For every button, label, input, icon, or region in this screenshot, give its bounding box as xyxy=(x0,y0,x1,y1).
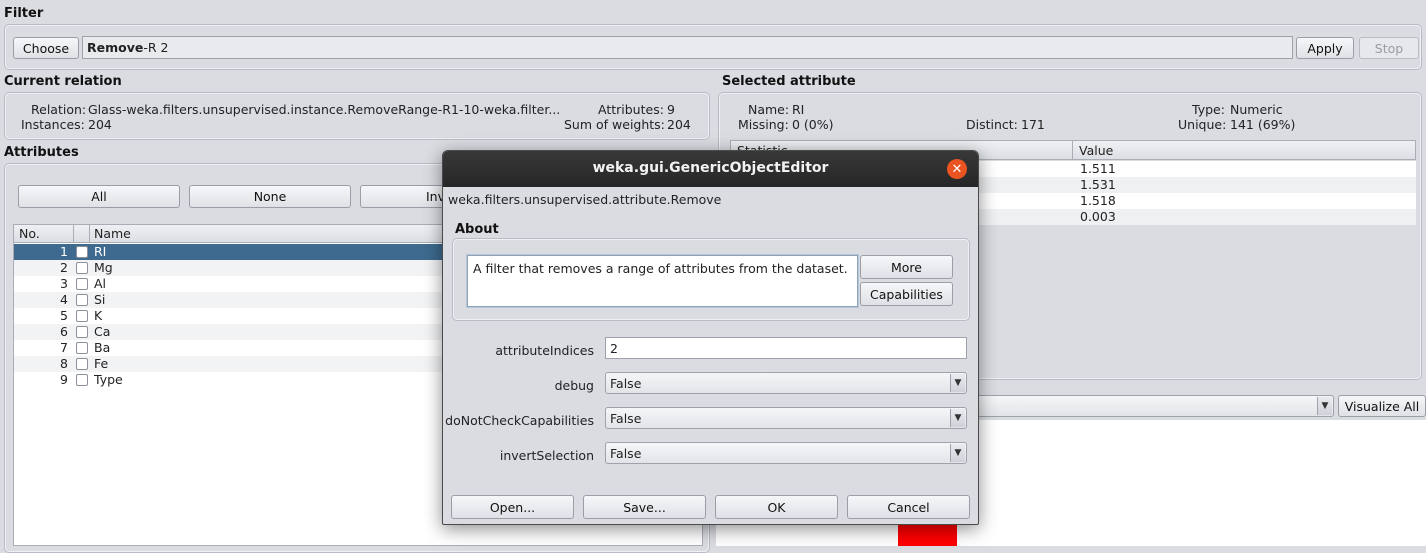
unique-value: 141 (69%) xyxy=(1230,117,1296,132)
about-title: About xyxy=(455,222,499,237)
distinct-value: 171 xyxy=(1021,117,1045,132)
instances-value: 204 xyxy=(88,117,112,132)
filter-section-title: Filter xyxy=(4,6,44,21)
filter-spec-field[interactable]: Remove -R 2 xyxy=(82,36,1293,59)
name-value: RI xyxy=(792,102,805,117)
row-number: 2 xyxy=(60,260,68,275)
cancel-button[interactable]: Cancel xyxy=(847,495,970,519)
capabilities-button[interactable]: Capabilities xyxy=(860,282,953,306)
filter-name: Remove xyxy=(87,40,144,55)
distinct-label: Distinct: xyxy=(966,117,1018,132)
row-number: 5 xyxy=(60,308,68,323)
attribute-name: Ba xyxy=(94,340,111,355)
attribute-name: Ca xyxy=(94,324,111,339)
col-no-header[interactable]: No. xyxy=(19,226,40,241)
more-button[interactable]: More xyxy=(860,255,953,279)
row-number: 3 xyxy=(60,276,68,291)
invertSelection-select[interactable]: False ▼ xyxy=(605,442,967,464)
type-value: Numeric xyxy=(1230,102,1283,117)
attributes-title: Attributes xyxy=(4,145,79,160)
select-value: False xyxy=(610,445,642,461)
attributes-count-label: Attributes: xyxy=(598,102,664,117)
row-checkbox[interactable] xyxy=(76,278,88,290)
property-label-debug: debug xyxy=(554,378,594,393)
select-value: False xyxy=(610,410,642,426)
row-checkbox[interactable] xyxy=(76,246,88,258)
selected-attribute-title: Selected attribute xyxy=(722,74,856,89)
row-number: 6 xyxy=(60,324,68,339)
missing-label: Missing: xyxy=(738,117,789,132)
statistic-value: 1.518 xyxy=(1080,193,1116,208)
select-all-button[interactable]: All xyxy=(18,185,180,208)
chevron-down-icon: ▼ xyxy=(950,409,965,427)
row-number: 9 xyxy=(60,372,68,387)
row-checkbox[interactable] xyxy=(76,262,88,274)
col-name-header[interactable]: Name xyxy=(94,226,131,241)
generic-object-editor-dialog: weka.gui.GenericObjectEditor ✕ weka.filt… xyxy=(442,150,979,525)
filter-args: -R 2 xyxy=(143,40,169,55)
chevron-down-icon: ▼ xyxy=(1317,397,1332,415)
dialog-class-name: weka.filters.unsupervised.attribute.Remo… xyxy=(448,192,722,207)
attribute-name: RI xyxy=(94,244,107,259)
row-number: 8 xyxy=(60,356,68,371)
attribute-name: Mg xyxy=(94,260,113,275)
about-text-area: A filter that removes a range of attribu… xyxy=(467,255,858,307)
doNotCheckCapabilities-select[interactable]: False ▼ xyxy=(605,407,967,429)
attribute-name: Fe xyxy=(94,356,109,371)
unique-label: Unique: xyxy=(1178,117,1227,132)
stop-button[interactable]: Stop xyxy=(1359,37,1419,59)
row-number: 4 xyxy=(60,292,68,307)
attribute-name: Al xyxy=(94,276,107,291)
row-number: 7 xyxy=(60,340,68,355)
type-label: Type: xyxy=(1192,102,1225,117)
attribute-name: Si xyxy=(94,292,106,307)
save-button[interactable]: Save... xyxy=(583,495,706,519)
ok-button[interactable]: OK xyxy=(715,495,838,519)
close-icon[interactable]: ✕ xyxy=(947,159,967,179)
class-attribute-select[interactable]: ▼ xyxy=(960,395,1334,417)
statistic-value: 1.511 xyxy=(1080,161,1116,176)
sum-weights-label: Sum of weights: xyxy=(564,117,665,132)
property-label-attributeIndices: attributeIndices xyxy=(495,343,594,358)
row-checkbox[interactable] xyxy=(76,342,88,354)
name-label: Name: xyxy=(748,102,790,117)
relation-value: Glass-weka.filters.unsupervised.instance… xyxy=(88,102,561,117)
invert-button[interactable]: Inv xyxy=(360,185,450,208)
row-checkbox[interactable] xyxy=(76,358,88,370)
missing-value: 0 (0%) xyxy=(792,117,834,132)
attribute-name: K xyxy=(94,308,103,323)
attributes-count-value: 9 xyxy=(667,102,675,117)
select-value: False xyxy=(610,375,642,391)
attribute-name: Type xyxy=(94,372,123,387)
select-none-button[interactable]: None xyxy=(189,185,351,208)
instances-label: Instances: xyxy=(21,117,85,132)
current-relation-title: Current relation xyxy=(4,74,122,89)
sum-weights-value: 204 xyxy=(667,117,691,132)
choose-button[interactable]: Choose xyxy=(13,37,79,59)
apply-button[interactable]: Apply xyxy=(1296,37,1354,59)
col-value-header[interactable]: Value xyxy=(1079,143,1113,158)
visualize-all-button[interactable]: Visualize All xyxy=(1338,395,1426,417)
row-number: 1 xyxy=(60,244,68,259)
open-button[interactable]: Open... xyxy=(451,495,574,519)
row-checkbox[interactable] xyxy=(76,326,88,338)
chevron-down-icon: ▼ xyxy=(950,374,965,392)
property-label-doNotCheckCapabilities: doNotCheckCapabilities xyxy=(445,413,594,428)
statistic-value: 0.003 xyxy=(1080,209,1116,224)
row-checkbox[interactable] xyxy=(76,374,88,386)
property-label-invertSelection: invertSelection xyxy=(499,448,594,463)
attribute-indices-input[interactable]: 2 xyxy=(605,337,967,359)
row-checkbox[interactable] xyxy=(76,310,88,322)
relation-label: Relation: xyxy=(31,102,87,117)
attribute-indices-value: 2 xyxy=(610,340,618,356)
debug-select[interactable]: False ▼ xyxy=(605,372,967,394)
dialog-titlebar[interactable]: weka.gui.GenericObjectEditor ✕ xyxy=(443,151,978,187)
dialog-title: weka.gui.GenericObjectEditor xyxy=(592,160,829,176)
statistic-value: 1.531 xyxy=(1080,177,1116,192)
row-checkbox[interactable] xyxy=(76,294,88,306)
chevron-down-icon: ▼ xyxy=(950,444,965,462)
